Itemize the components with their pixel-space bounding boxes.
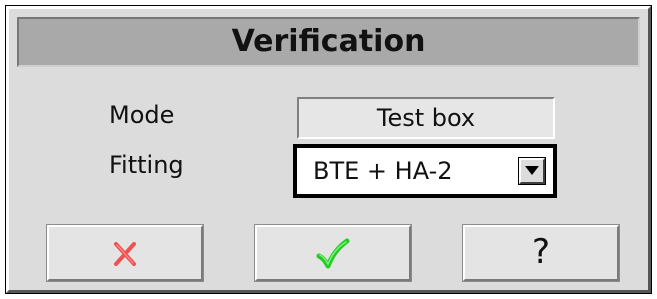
verification-dialog: Verification Mode Test box Fitting BTE +… [6,6,651,293]
mode-label: Mode [109,101,175,129]
close-icon [49,227,201,279]
confirm-button[interactable] [255,225,411,281]
help-button[interactable]: ? [463,225,619,281]
dialog-title: Verification [17,17,640,67]
help-label: ? [531,232,551,272]
checkmark-icon [257,227,409,279]
chevron-down-icon [525,166,539,175]
fitting-dropdown[interactable]: BTE + HA-2 [293,144,557,198]
cancel-button[interactable] [47,225,203,281]
fitting-selected-value: BTE + HA-2 [313,157,453,185]
dropdown-arrow-button[interactable] [519,158,545,184]
fitting-label: Fitting [109,151,184,179]
mode-value-field: Test box [297,97,555,139]
